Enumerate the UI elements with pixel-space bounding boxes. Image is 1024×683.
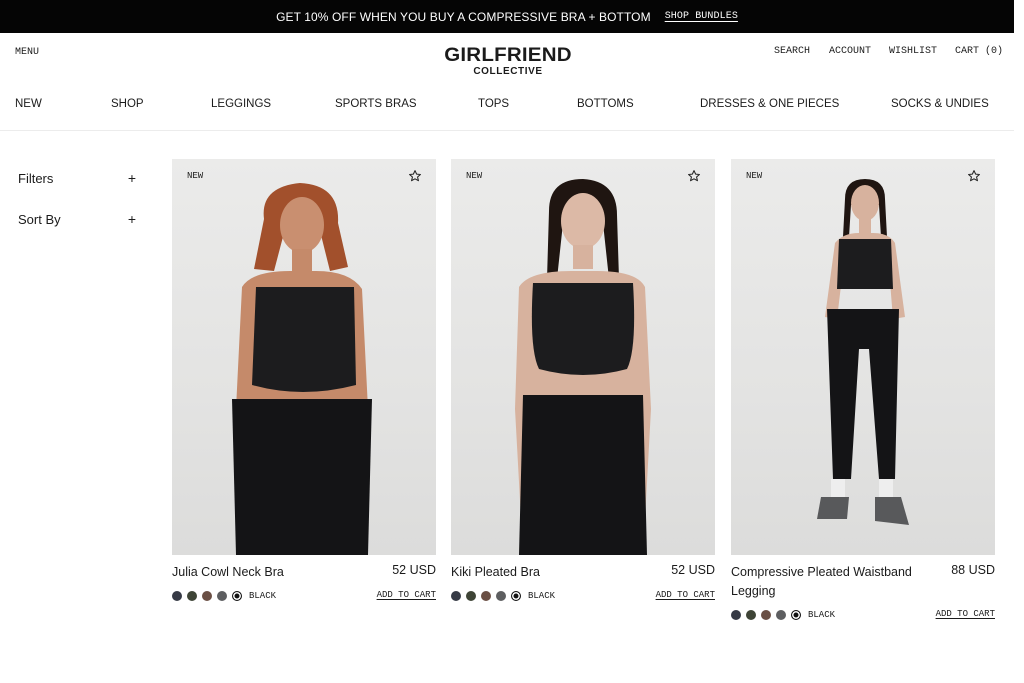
product-price: 52 USD <box>671 563 715 577</box>
color-swatches: BLACK <box>731 610 835 620</box>
selected-color-label: BLACK <box>528 591 556 601</box>
swatch-olive[interactable] <box>466 591 476 601</box>
swatch-black[interactable] <box>511 591 521 601</box>
filters-label: Filters <box>18 171 54 186</box>
sort-label: Sort By <box>18 212 61 227</box>
swatch-olive[interactable] <box>746 610 756 620</box>
nav-item-new[interactable]: NEW <box>15 98 42 110</box>
brand-logo[interactable]: GIRLFRIEND COLLECTIVE <box>438 46 578 77</box>
swatch-brown[interactable] <box>202 591 212 601</box>
cart-link[interactable]: CART (0) <box>955 46 1003 57</box>
category-nav: NEW SHOP LEGGINGS SPORTS BRAS TOPS BOTTO… <box>0 98 1014 112</box>
swatch-black[interactable] <box>791 610 801 620</box>
model-photo <box>515 179 651 555</box>
search-link[interactable]: SEARCH <box>774 46 810 57</box>
product-price: 88 USD <box>951 563 995 577</box>
promo-banner: GET 10% OFF WHEN YOU BUY A COMPRESSIVE B… <box>0 0 1014 33</box>
product-name[interactable]: Compressive Pleated Waistband Legging <box>731 563 926 601</box>
nav-item-tops[interactable]: TOPS <box>478 98 509 110</box>
add-to-cart-button[interactable]: ADD TO CART <box>656 590 715 600</box>
star-outline-icon[interactable] <box>967 169 981 183</box>
nav-item-dresses[interactable]: DRESSES & ONE PIECES <box>700 98 839 110</box>
promo-text: GET 10% OFF WHEN YOU BUY A COMPRESSIVE B… <box>276 9 651 24</box>
color-swatches: BLACK <box>172 591 276 601</box>
product-card[interactable]: NEW Compressive Pleated Waistband Leggin… <box>731 159 995 620</box>
plus-icon: + <box>127 170 136 186</box>
star-outline-icon[interactable] <box>408 169 422 183</box>
product-name[interactable]: Kiki Pleated Bra <box>451 563 646 582</box>
logo-line-1: GIRLFRIEND <box>444 45 572 66</box>
product-name[interactable]: Julia Cowl Neck Bra <box>172 563 367 582</box>
product-image[interactable]: NEW <box>451 159 715 555</box>
wishlist-link[interactable]: WISHLIST <box>889 46 937 57</box>
new-badge: NEW <box>466 171 483 181</box>
logo-line-2: COLLECTIVE <box>473 66 543 77</box>
model-photo <box>232 183 372 555</box>
header-divider <box>0 130 1014 131</box>
nav-item-sports-bras[interactable]: SPORTS BRAS <box>335 98 417 110</box>
nav-item-bottoms[interactable]: BOTTOMS <box>577 98 634 110</box>
swatch-grey[interactable] <box>776 610 786 620</box>
product-image[interactable]: NEW <box>172 159 436 555</box>
new-badge: NEW <box>187 171 204 181</box>
menu-button[interactable]: MENU <box>15 47 39 58</box>
selected-color-label: BLACK <box>249 591 277 601</box>
sort-toggle[interactable]: Sort By + <box>18 212 136 227</box>
selected-color-label: BLACK <box>808 610 836 620</box>
swatch-navy[interactable] <box>451 591 461 601</box>
swatch-brown[interactable] <box>481 591 491 601</box>
product-card[interactable]: NEW Kiki Pleated Bra 52 USD BLACK ADD TO… <box>451 159 715 601</box>
star-outline-icon[interactable] <box>687 169 701 183</box>
swatch-navy[interactable] <box>731 610 741 620</box>
nav-item-socks-undies[interactable]: SOCKS & UNDIES <box>891 98 989 110</box>
add-to-cart-button[interactable]: ADD TO CART <box>936 609 995 619</box>
add-to-cart-button[interactable]: ADD TO CART <box>377 590 436 600</box>
swatch-black[interactable] <box>232 591 242 601</box>
swatch-navy[interactable] <box>172 591 182 601</box>
swatch-grey[interactable] <box>217 591 227 601</box>
swatch-grey[interactable] <box>496 591 506 601</box>
nav-item-leggings[interactable]: LEGGINGS <box>211 98 271 110</box>
plus-icon: + <box>127 211 136 227</box>
product-price: 52 USD <box>392 563 436 577</box>
nav-item-shop[interactable]: SHOP <box>111 98 144 110</box>
shop-bundles-link[interactable]: SHOP BUNDLES <box>665 11 738 22</box>
color-swatches: BLACK <box>451 591 555 601</box>
swatch-olive[interactable] <box>187 591 197 601</box>
product-image[interactable]: NEW <box>731 159 995 555</box>
product-card[interactable]: NEW Julia Cowl Neck Bra 52 USD BLACK ADD… <box>172 159 436 601</box>
account-link[interactable]: ACCOUNT <box>829 46 871 57</box>
filters-toggle[interactable]: Filters + <box>18 171 136 186</box>
new-badge: NEW <box>746 171 763 181</box>
model-photo <box>817 179 909 525</box>
swatch-brown[interactable] <box>761 610 771 620</box>
